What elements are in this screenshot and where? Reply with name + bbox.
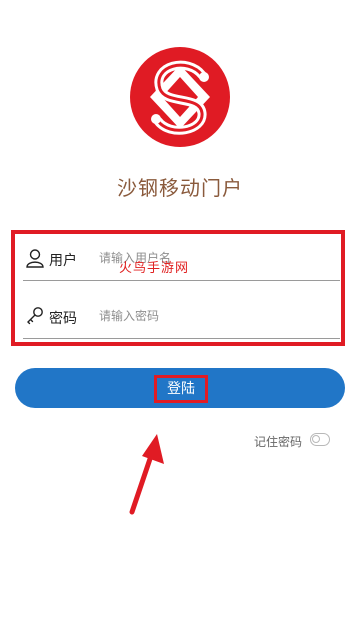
up-arrow-icon (129, 434, 164, 515)
watermark-text: 火鸟手游网 (119, 261, 190, 276)
remember-password-toggle[interactable] (310, 433, 330, 446)
key-icon (27, 307, 43, 325)
password-label: 密码 (49, 311, 77, 327)
user-icon (26, 249, 44, 268)
app-title: 沙钢移动门户 (117, 176, 243, 200)
toggle-knob (312, 435, 320, 443)
remember-password-label: 记住密码 (253, 435, 302, 449)
login-screen: 沙钢移动门户 用户 密码 火鸟手游网 登陆 记住密码 (0, 0, 360, 617)
password-input[interactable] (99, 302, 329, 330)
shagang-logo (130, 47, 230, 147)
login-button[interactable] (15, 368, 345, 408)
username-label: 用户 (49, 253, 77, 269)
password-field-row: 密码 (23, 298, 340, 339)
login-form: 用户 密码 (11, 230, 345, 346)
